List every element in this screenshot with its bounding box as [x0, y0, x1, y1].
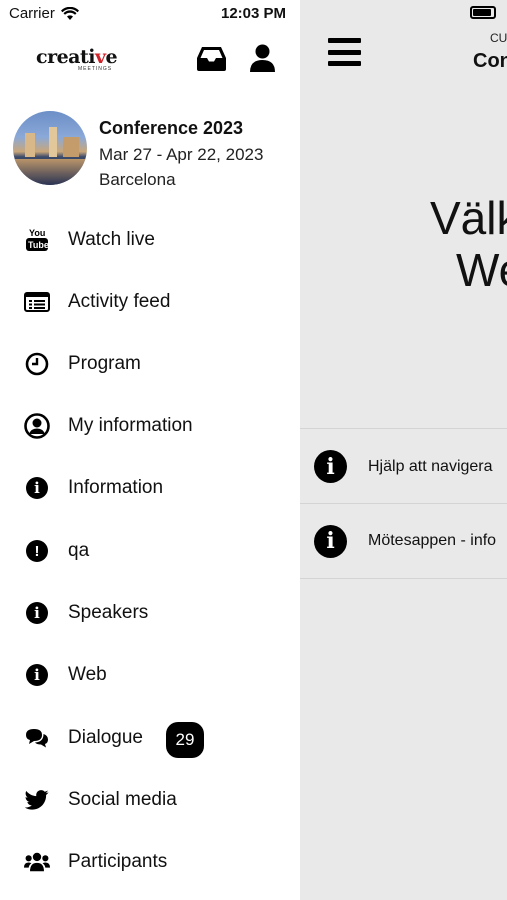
list-icon	[24, 289, 50, 315]
menu-item-label: Watch live	[68, 229, 155, 250]
profile-icon[interactable]	[250, 44, 275, 73]
hamburger-menu-button[interactable]	[328, 38, 361, 66]
brand-logo: creative	[36, 46, 118, 68]
side-drawer: Carrier 12:03 PM creative MEETINGS Confe…	[0, 0, 300, 900]
status-time: 12:03 PM	[221, 5, 287, 22]
menu-item-dialogue[interactable]: Dialogue 29	[0, 707, 300, 769]
menu-item-label: Activity feed	[68, 291, 171, 312]
menu-item-label: Social media	[68, 789, 177, 810]
info-icon: i	[24, 600, 50, 626]
info-icon: i	[24, 662, 50, 688]
menu-item-information[interactable]: i Information	[0, 457, 300, 519]
clock-icon	[24, 351, 50, 377]
svg-text:You: You	[29, 228, 45, 238]
info-icon: i	[314, 450, 347, 483]
menu-item-participants[interactable]: Participants	[0, 831, 300, 893]
info-row-label: Hjälp att navigera	[368, 457, 493, 475]
menu-item-social-media[interactable]: Social media	[0, 769, 300, 831]
wifi-icon	[60, 6, 79, 20]
exclamation-icon: !	[24, 538, 50, 564]
welcome-line-1: Välk	[430, 192, 507, 244]
twitter-icon	[24, 787, 50, 813]
chat-icon	[24, 725, 50, 751]
inbox-icon[interactable]	[197, 45, 226, 71]
event-title: Conference 2023	[99, 118, 244, 138]
menu-item-qa[interactable]: ! qa	[0, 520, 300, 582]
menu-item-label: Information	[68, 477, 164, 498]
menu-item-label: Program	[68, 353, 141, 374]
info-row-app-info[interactable]: i Mötesappen - info	[300, 503, 507, 579]
menu-item-label: Speakers	[68, 602, 149, 623]
status-bar-left: Carrier	[9, 5, 79, 22]
user-circle-icon	[24, 413, 50, 439]
main-subtitle: CU	[490, 31, 507, 45]
menu-item-program[interactable]: Program	[0, 333, 300, 395]
brand-logo-subtitle: MEETINGS	[78, 66, 113, 72]
menu-item-watch-live[interactable]: You Tube Watch live	[0, 209, 300, 271]
menu-item-web[interactable]: i Web	[0, 644, 300, 706]
menu-item-label: qa	[68, 540, 90, 561]
menu-item-activity-feed[interactable]: Activity feed	[0, 271, 300, 333]
info-icon: i	[314, 524, 347, 558]
menu-item-label: Participants	[68, 851, 168, 872]
users-icon	[24, 849, 50, 875]
menu-item-label: My information	[68, 415, 193, 436]
menu-item-label: Dialogue	[68, 727, 143, 748]
menu-item-speakers[interactable]: i Speakers	[0, 582, 300, 644]
carrier-label: Carrier	[9, 5, 55, 22]
info-icon: i	[24, 475, 50, 501]
main-title: Con	[473, 50, 507, 72]
info-row-navigation-help[interactable]: i Hjälp att navigera	[300, 428, 507, 504]
info-row-label: Mötesappen - info	[368, 532, 497, 549]
event-city: Barcelona	[99, 170, 176, 189]
youtube-icon: You Tube	[24, 227, 50, 253]
welcome-heading: Välk We	[430, 192, 507, 296]
welcome-line-2: We	[456, 244, 507, 296]
battery-icon	[470, 6, 496, 19]
menu-item-my-information[interactable]: My information	[0, 395, 300, 457]
event-dates: Mar 27 - Apr 22, 2023	[99, 145, 264, 164]
event-image	[13, 111, 87, 185]
svg-text:Tube: Tube	[28, 240, 48, 250]
dialogue-count-badge: 29	[166, 722, 204, 758]
menu-item-label: Web	[68, 664, 107, 685]
